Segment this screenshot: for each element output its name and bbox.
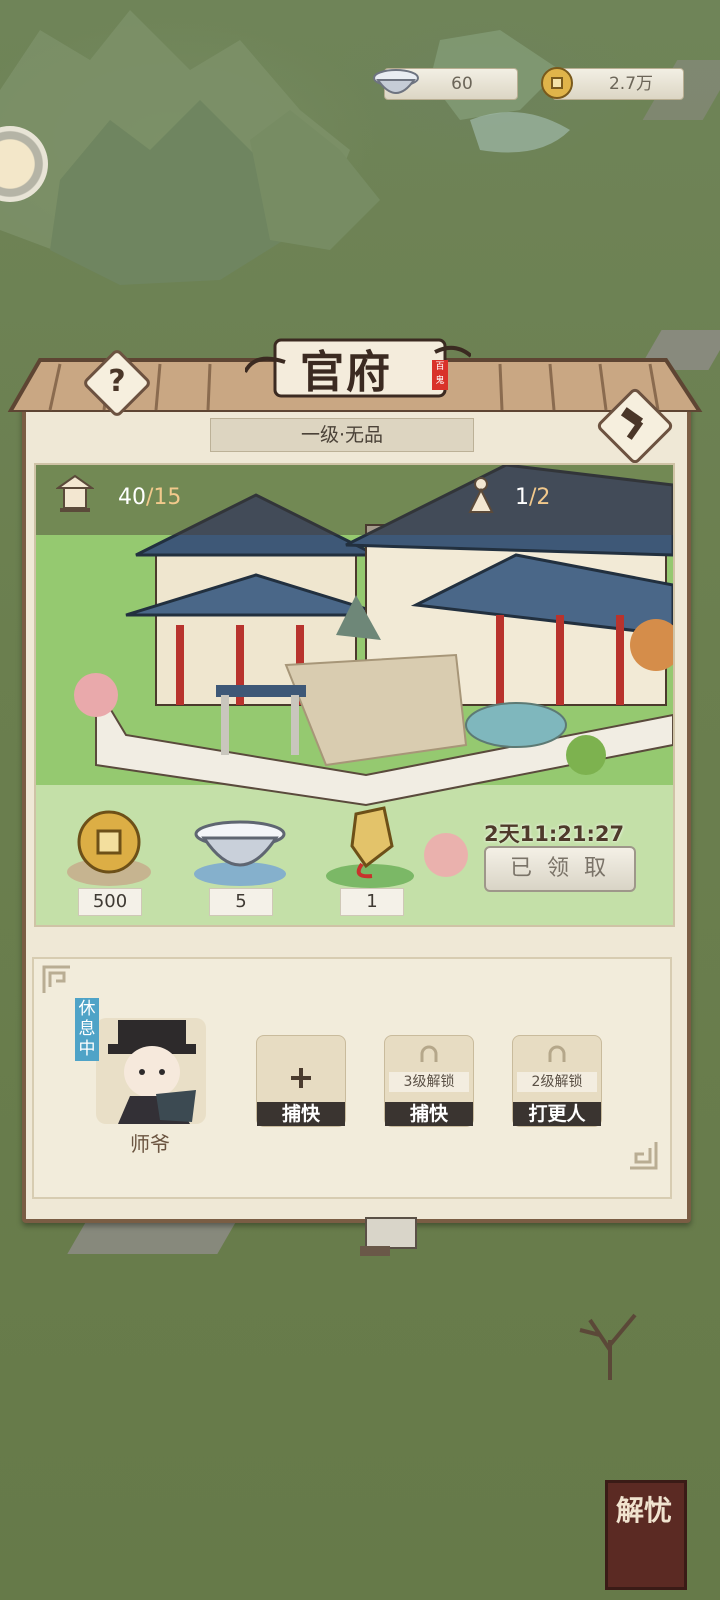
staff-slot-locked[interactable]: 2级解锁 打更人 [512,1035,602,1127]
staff-stat-value: 1 [515,485,529,510]
building-stat-max: /15 [146,485,182,510]
staff-stat-max: /2 [529,485,551,510]
jade-token-icon [326,806,414,888]
slot-role: 打更人 [513,1102,601,1126]
panel-title: 官府 [300,347,392,398]
staff-slot-locked[interactable]: 3级解锁 捕快 [384,1035,474,1127]
advisor-avatar[interactable] [100,1014,204,1124]
staff-slot[interactable]: 捕快 [256,1035,346,1127]
building-stat: 40/15 [118,485,181,510]
jieyou-label[interactable]: 解忧 [612,1492,676,1530]
corner-ornament [42,965,70,993]
reward-amount: 500 [78,888,142,916]
level-label: 一级·无品 [210,418,474,452]
silver-value: 60 [451,74,473,94]
status-badge: 休息中 [75,998,99,1061]
slot-role: 捕快 [257,1102,345,1126]
staff-stat: 1/2 [515,485,550,510]
reward-amount: 5 [209,888,273,916]
staff-name: 师爷 [130,1132,170,1156]
lock-icon [420,1045,438,1062]
coin-value: 2.7万 [608,74,654,94]
copper-coin-icon [67,810,151,886]
plus-icon-stem [299,1068,303,1088]
silver-ingot-icon [194,820,286,886]
countdown-timer: 2天11:21:27 [484,822,625,846]
copper-coin-icon [541,67,573,99]
bare-tree [579,1313,637,1380]
small-building [360,1217,417,1256]
hammer-icon[interactable] [614,404,654,444]
claimed-button[interactable]: 已 领 取 [484,846,636,892]
mountain-scenery [0,10,570,285]
silver-ingot-icon [373,69,419,94]
slot-role: 捕快 [385,1102,473,1126]
unlock-requirement: 3级解锁 [389,1072,469,1092]
staff-person-icon [468,477,494,513]
lock-icon [548,1045,566,1062]
building-stat-value: 40 [118,485,146,510]
pavilion-icon [56,474,94,512]
unlock-requirement: 2级解锁 [517,1072,597,1092]
help-icon[interactable]: ? [92,358,142,408]
reward-amount: 1 [340,888,404,916]
title-seal: 百鬼 [432,360,448,390]
corner-ornament [630,1142,658,1170]
